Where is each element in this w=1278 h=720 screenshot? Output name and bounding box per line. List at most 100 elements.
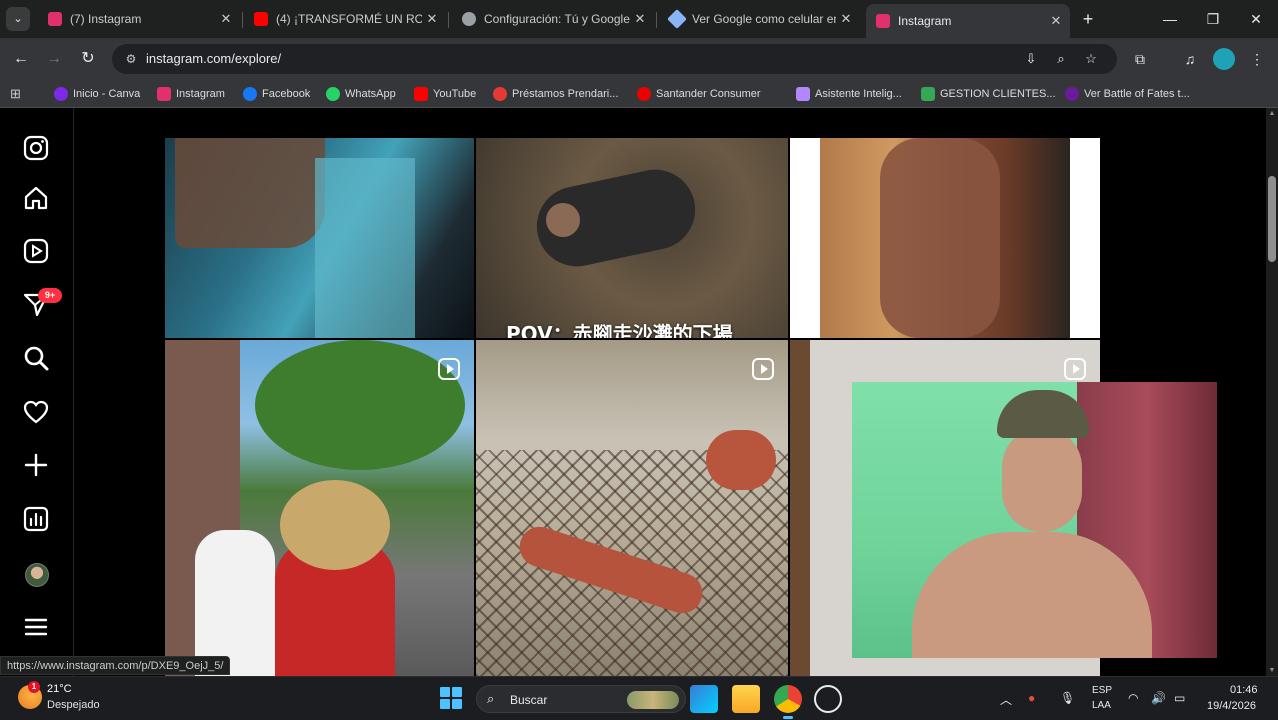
gemini-icon [667, 9, 687, 29]
hamburger-menu-icon[interactable] [22, 613, 50, 641]
site-info-icon[interactable]: ⚙ [122, 50, 140, 68]
close-icon[interactable]: ✕ [1046, 13, 1066, 29]
bookmarks-bar: ⊞ Inicio - Canva Instagram Facebook What… [0, 80, 1278, 108]
photo-detail [790, 340, 810, 676]
microphone-icon[interactable]: 🎙 [1060, 691, 1075, 705]
facebook-icon [243, 87, 257, 101]
zoom-icon[interactable]: ⌕ [1052, 50, 1070, 68]
battery-icon[interactable]: ▭ [1174, 691, 1185, 705]
install-app-icon[interactable]: ⇩ [1022, 50, 1040, 68]
weather-status[interactable]: Despejado [47, 699, 100, 711]
photo-detail [195, 530, 275, 676]
url-text[interactable]: instagram.com/explore/ [146, 51, 281, 66]
photo-detail [880, 138, 1000, 338]
browser-tab-strip: ⌄ (7) Instagram ✕ (4) ¡TRANSFORMÉ UN ROL… [0, 0, 1278, 38]
explore-post-4[interactable] [165, 340, 474, 676]
start-button[interactable] [440, 687, 462, 709]
tab-google-mobile[interactable]: Ver Google como celular en ✕ [660, 4, 860, 34]
apps-grid-icon[interactable]: ⊞ [10, 86, 26, 102]
instagram-icon [157, 87, 171, 101]
scroll-up-arrow-icon[interactable]: ▲ [1268, 110, 1276, 117]
new-tab-button[interactable]: + [1078, 8, 1098, 30]
extensions-icon[interactable]: ⧉ [1129, 48, 1151, 70]
clock-time[interactable]: 01:46 [1230, 684, 1258, 696]
dashboard-icon[interactable] [22, 505, 50, 533]
explore-post-1[interactable] [165, 138, 474, 338]
taskbar-search[interactable]: ⌕ Buscar [476, 685, 686, 713]
tab-instagram-1[interactable]: (7) Instagram ✕ [38, 4, 240, 34]
photo-detail [280, 480, 390, 570]
bookmark-instagram[interactable]: Instagram [157, 85, 225, 103]
bookmark-gestion[interactable]: GESTION CLIENTES... [921, 85, 1056, 103]
close-icon[interactable]: ✕ [836, 11, 856, 27]
tab-search-button[interactable]: ⌄ [6, 7, 30, 31]
back-button[interactable]: ← [10, 48, 32, 70]
messages-badge: 9+ [38, 288, 62, 303]
screen: ⌄ (7) Instagram ✕ (4) ¡TRANSFORMÉ UN ROL… [0, 0, 1278, 720]
tray-overflow-icon[interactable]: ︿ [1000, 691, 1012, 708]
address-bar[interactable]: ⚙ instagram.com/explore/ ⇩ ⌕ ☆ [112, 44, 1117, 74]
close-icon[interactable]: ✕ [216, 11, 236, 27]
tray-app-icon[interactable]: ● [1028, 691, 1035, 705]
bookmark-battle-of-fates[interactable]: Ver Battle of Fates t... [1065, 85, 1190, 103]
instagram-logo-icon[interactable] [22, 134, 50, 162]
whatsapp-icon [326, 87, 340, 101]
tab-instagram-active[interactable]: Instagram ✕ [866, 4, 1070, 38]
profile-avatar[interactable] [25, 563, 49, 587]
close-window-button[interactable]: ✕ [1246, 8, 1266, 30]
browser-toolbar: ← → ↻ ⚙ instagram.com/explore/ ⇩ ⌕ ☆ ⧉ ♫… [0, 38, 1278, 80]
minimize-button[interactable]: — [1160, 8, 1180, 30]
tab-youtube[interactable]: (4) ¡TRANSFORMÉ UN ROLEX ✕ [244, 4, 446, 34]
explore-post-2[interactable]: POV：赤腳走沙灘的下場 [476, 138, 788, 338]
volume-icon[interactable]: 🔊 [1151, 691, 1166, 705]
search-icon[interactable] [22, 344, 50, 372]
bookmark-asistente[interactable]: Asistente Intelig... [796, 85, 902, 103]
home-icon[interactable] [22, 184, 50, 212]
bookmark-whatsapp[interactable]: WhatsApp [326, 85, 396, 103]
scrollbar-thumb[interactable] [1268, 176, 1276, 262]
bookmark-prestamos[interactable]: Préstamos Prendari... [493, 85, 618, 103]
chrome-icon[interactable] [774, 685, 802, 719]
page-scrollbar[interactable]: ▲ ▼ [1266, 108, 1278, 676]
sheets-icon [921, 87, 935, 101]
reels-icon[interactable] [22, 237, 50, 265]
search-label: Buscar [510, 693, 548, 707]
media-controls-icon[interactable]: ♫ [1179, 48, 1201, 70]
forward-button[interactable]: → [43, 48, 65, 70]
close-icon[interactable]: ✕ [630, 11, 650, 27]
reload-button[interactable]: ↻ [77, 48, 99, 70]
store-app-icon[interactable] [690, 685, 718, 713]
bookmark-label: GESTION CLIENTES... [940, 88, 1056, 100]
bookmark-facebook[interactable]: Facebook [243, 85, 310, 103]
close-icon[interactable]: ✕ [422, 11, 442, 27]
photo-detail [546, 203, 580, 237]
language-indicator[interactable]: ESP [1092, 685, 1112, 696]
tab-settings[interactable]: Configuración: Tú y Google ✕ [452, 4, 654, 34]
restore-button[interactable]: ❐ [1203, 8, 1223, 30]
file-explorer-icon[interactable] [732, 685, 760, 713]
santander-icon [637, 87, 651, 101]
explore-post-5[interactable] [476, 340, 788, 676]
menu-icon[interactable]: ⋮ [1246, 48, 1268, 70]
bookmark-youtube[interactable]: YouTube [414, 85, 476, 103]
bookmark-santander[interactable]: Santander Consumer [637, 85, 761, 103]
photo-detail [175, 138, 325, 248]
create-plus-icon[interactable] [22, 451, 50, 479]
instagram-icon [876, 14, 890, 28]
bookmark-star-icon[interactable]: ☆ [1082, 50, 1100, 68]
clock-date[interactable]: 19/4/2026 [1207, 700, 1256, 712]
bookmark-canva[interactable]: Inicio - Canva [54, 85, 140, 103]
instagram-sidebar: 9+ [0, 108, 74, 676]
explore-post-3[interactable] [790, 138, 1100, 338]
photo-detail [255, 340, 465, 470]
bookmark-label: Inicio - Canva [73, 88, 141, 100]
profile-avatar[interactable] [1213, 48, 1235, 70]
wifi-icon[interactable]: ◠ [1128, 691, 1138, 705]
canva-icon [54, 87, 68, 101]
bookmark-label: Instagram [176, 88, 225, 100]
keyboard-layout[interactable]: LAA [1092, 700, 1111, 711]
scroll-down-arrow-icon[interactable]: ▼ [1268, 667, 1276, 674]
heart-icon[interactable] [22, 398, 50, 426]
capture-app-icon[interactable] [814, 685, 842, 713]
weather-temperature[interactable]: 21°C [47, 683, 72, 695]
